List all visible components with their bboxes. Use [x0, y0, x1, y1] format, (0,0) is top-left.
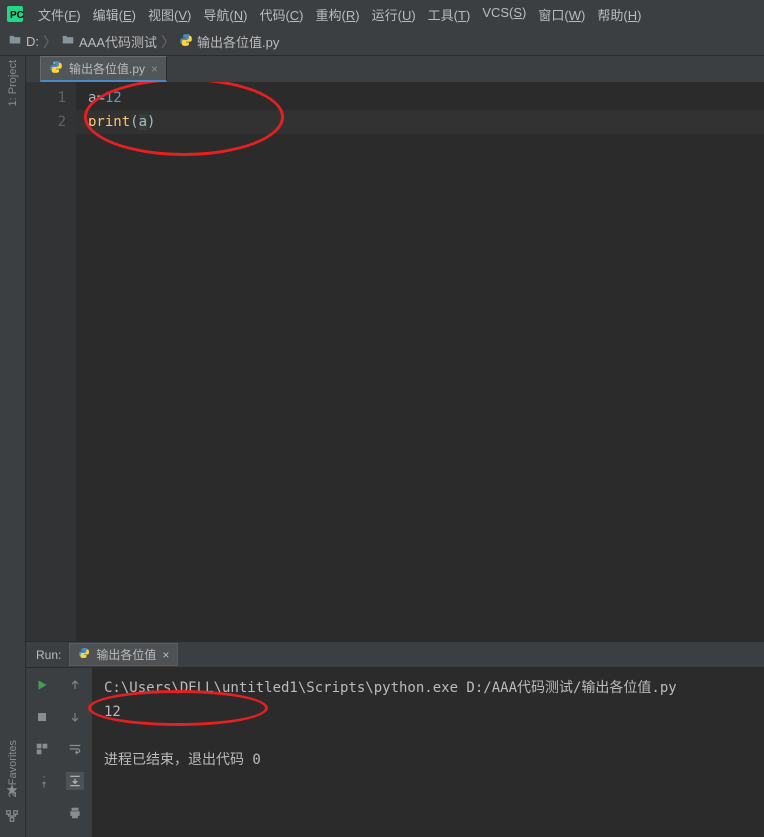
pycharm-icon: PC: [4, 3, 26, 25]
editor-gutter: 12: [26, 82, 76, 641]
rerun-icon[interactable]: [33, 676, 51, 694]
breadcrumb: D:〉AAA代码测试〉输出各位值.py: [0, 28, 764, 56]
favorites-star-icon[interactable]: [5, 783, 21, 799]
close-tab-icon[interactable]: ×: [151, 62, 158, 76]
breadcrumb-item[interactable]: 输出各位值.py: [179, 32, 279, 51]
run-tab[interactable]: 输出各位值 ×: [69, 643, 178, 666]
menu-item[interactable]: 窗口(W): [532, 3, 591, 26]
output-line: C:\Users\DELL\untitled1\Scripts\python.e…: [104, 676, 752, 700]
editor-tab[interactable]: 输出各位值.py ×: [40, 56, 167, 82]
line-number: 2: [30, 110, 66, 134]
editor-tab-bar: 输出各位值.py ×: [26, 56, 764, 82]
project-tool-label[interactable]: 1: Project: [7, 60, 19, 106]
output-line: [104, 724, 752, 748]
breadcrumb-label: D:: [26, 34, 39, 49]
menu-item[interactable]: 重构(R): [310, 3, 366, 26]
run-output[interactable]: C:\Users\DELL\untitled1\Scripts\python.e…: [92, 668, 764, 837]
run-tab-label: 输出各位值: [96, 646, 156, 663]
code-line[interactable]: print(a): [76, 110, 764, 134]
editor[interactable]: 12 a=12print(a): [26, 82, 764, 641]
output-line: 12: [104, 700, 752, 724]
code-line[interactable]: a=12: [84, 86, 764, 110]
menu-item[interactable]: 视图(V): [142, 3, 197, 26]
breadcrumb-label: AAA代码测试: [79, 32, 157, 51]
menu-item[interactable]: 文件(F): [32, 3, 87, 26]
editor-tab-label: 输出各位值.py: [69, 60, 145, 77]
menu-item[interactable]: 代码(C): [253, 3, 309, 26]
run-side-toolbar-right: [58, 668, 92, 837]
line-number: 1: [30, 86, 66, 110]
soft-wrap-icon[interactable]: [66, 740, 84, 758]
stop-icon[interactable]: [33, 708, 51, 726]
print-icon[interactable]: [66, 804, 84, 822]
menu-item[interactable]: 导航(N): [197, 3, 253, 26]
layout-icon[interactable]: [33, 740, 51, 758]
menu-item[interactable]: 工具(T): [422, 3, 477, 26]
run-tool-window: Run: 输出各位值 ×: [26, 641, 764, 837]
output-line: 进程已结束，退出代码 0: [104, 748, 752, 772]
breadcrumb-separator-icon: 〉: [161, 32, 175, 52]
run-header: Run: 输出各位值 ×: [26, 642, 764, 668]
breadcrumb-item[interactable]: AAA代码测试: [61, 32, 157, 51]
run-header-label: Run:: [36, 648, 61, 662]
menu-item[interactable]: 编辑(E): [87, 3, 142, 26]
down-arrow-icon[interactable]: [66, 708, 84, 726]
breadcrumb-item[interactable]: D:: [8, 33, 39, 50]
folder-icon: [8, 33, 22, 50]
python-file-icon: [78, 647, 90, 662]
scroll-to-end-icon[interactable]: [66, 772, 84, 790]
svg-text:PC: PC: [10, 10, 24, 21]
left-tool-strip: 1: Project 2: Favorites: [0, 56, 26, 837]
menu-item[interactable]: 帮助(H): [591, 3, 647, 26]
python-file-icon: [179, 33, 193, 50]
pin-icon[interactable]: [33, 772, 51, 790]
up-arrow-icon[interactable]: [66, 676, 84, 694]
breadcrumb-separator-icon: 〉: [43, 32, 57, 52]
close-run-tab-icon[interactable]: ×: [162, 648, 169, 662]
run-side-toolbar-left: [26, 668, 58, 837]
menu-item[interactable]: VCS(S): [476, 3, 532, 26]
editor-body[interactable]: a=12print(a): [76, 82, 764, 641]
python-file-icon: [49, 60, 63, 77]
breadcrumb-label: 输出各位值.py: [197, 32, 279, 51]
menu-bar: PC 文件(F)编辑(E)视图(V)导航(N)代码(C)重构(R)运行(U)工具…: [0, 0, 764, 28]
structure-icon[interactable]: [5, 809, 21, 825]
folder-icon: [61, 33, 75, 50]
menu-item[interactable]: 运行(U): [366, 3, 422, 26]
